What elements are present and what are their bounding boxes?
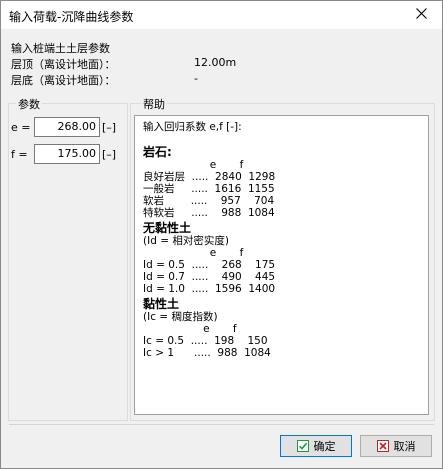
e-input[interactable]: 268.00 [34,117,100,137]
f-input[interactable]: 175.00 [34,144,100,164]
cohesive-row: Ic > 1 ..... 988 1084 [143,347,271,359]
soil-layer-heading: 输入桩端土土层参数 [11,42,110,55]
cohesive-note: (Ic = 稠度指数) [143,311,218,323]
rock-row: 特软岩 ..... 988 1084 [143,207,275,219]
cohesive-column-header: e f [143,323,237,335]
cancel-button-label: 取消 [393,440,416,453]
window-title: 输入荷载-沉降曲线参数 [9,10,134,24]
help-text-panel[interactable]: 输入回归系数 e,f [-]: 岩石: e f 良好岩层 ..... 2840 … [134,115,429,415]
f-label: f = [11,148,28,161]
ok-button-label: 确定 [313,440,336,453]
f-unit: [–] [102,148,117,161]
x-box-icon [376,440,389,452]
check-box-icon [296,440,309,452]
noncohesive-heading: 无黏性土 [143,221,192,235]
help-group-title: 帮助 [141,96,167,112]
cohesive-heading: 黏性土 [143,297,180,311]
noncohesive-row: Id = 0.5 ..... 268 175 [143,259,276,271]
e-unit: [–] [102,121,117,134]
rock-row: 软岩 ..... 957 704 [143,195,275,207]
noncohesive-row: Id = 0.7 ..... 490 445 [143,271,276,283]
close-button[interactable] [400,1,442,29]
cancel-button[interactable]: 取消 [360,435,432,457]
e-label: e = [11,121,31,134]
layer-bottom-label: 层底（离设计地面）： [11,74,116,87]
rock-heading: 岩石: [143,145,172,159]
noncohesive-row: Id = 1.0 ..... 1596 1400 [143,283,276,295]
layer-top-value: 12.00m [194,56,237,69]
title-bar[interactable]: 输入荷载-沉降曲线参数 [1,1,442,29]
layer-bottom-value: - [194,72,198,85]
layer-top-label: 层顶（离设计地面）： [11,58,116,71]
rock-row: 良好岩层 ..... 2840 1298 [143,171,276,183]
rock-row: 一般岩 ..... 1616 1155 [143,183,275,195]
params-group-title: 参数 [16,96,42,112]
noncohesive-column-header: e f [143,247,244,259]
cohesive-row: Ic = 0.5 ..... 198 150 [143,335,268,347]
help-intro: 输入回归系数 e,f [-]: [143,121,242,133]
rock-column-header: e f [143,159,244,171]
dialog-window: 输入荷载-沉降曲线参数 输入桩端土土层参数 层顶（离设计地面）： 12.00m … [0,0,443,469]
button-separator [9,424,434,425]
noncohesive-note: (Id = 相对密实度) [143,235,229,247]
close-icon [415,8,427,22]
ok-button[interactable]: 确定 [280,435,352,457]
